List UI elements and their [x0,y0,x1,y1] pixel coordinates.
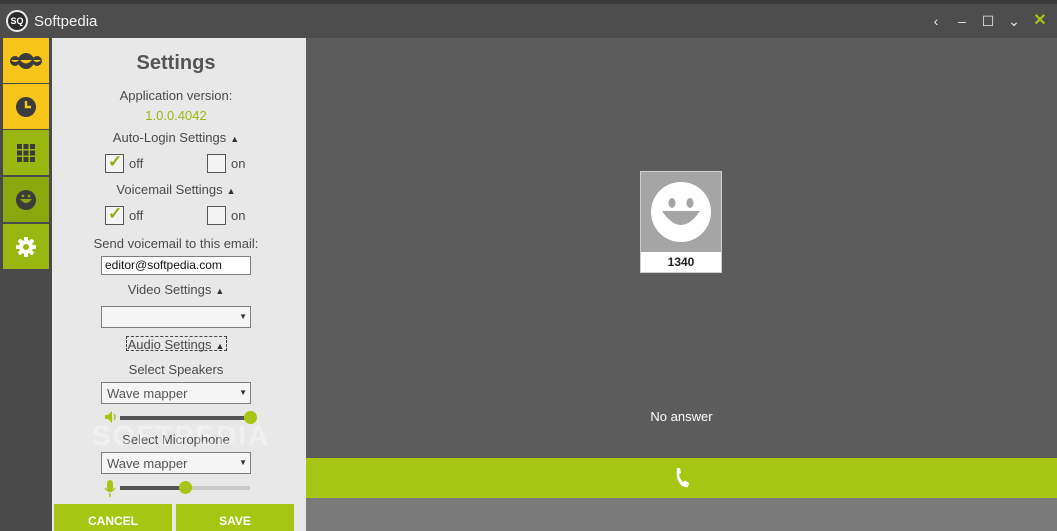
dropdown-arrow-icon: ▼ [239,458,247,467]
collapse-arrow-icon: ▲ [230,134,240,144]
voicemail-on-label: on [231,208,246,223]
settings-title: Settings [136,52,216,74]
close-button[interactable]: ✕ [1027,8,1053,34]
rail-dialpad-button[interactable] [3,130,49,175]
smiley-icon [16,189,36,210]
smiley-avatar-icon [651,182,711,242]
call-status: No answer [650,409,713,424]
watermark: SOFTPEDIA [92,420,271,451]
title-bar: SQ Softpedia ‹ – ☐ ⌄ ✕ [0,0,1057,38]
voicemail-on-checkbox[interactable] [207,206,226,225]
checkmark-icon: ✓ [108,152,123,171]
collapse-arrow-icon: ▲ [226,186,236,196]
rail-profile-button[interactable] [3,177,49,222]
speakers-select[interactable]: Wave mapper ▼ [101,382,251,404]
auto-login-off-option[interactable]: ✓ off [105,152,144,173]
app-version-value: 1.0.0.4042 [145,108,207,123]
save-button[interactable]: SAVE [176,504,294,531]
clock-icon [16,96,36,117]
rail-settings-button[interactable] [3,224,49,269]
speakers-label: Select Speakers [128,362,224,377]
voicemail-off-label: off [129,208,144,223]
voicemail-off-option[interactable]: ✓ off [105,204,144,225]
voicemail-on-option[interactable]: on [207,206,245,225]
dropdown-arrow-icon: ▼ [239,388,247,397]
microphone-icon [104,480,116,501]
back-button[interactable]: ‹ [923,8,949,34]
auto-login-on-label: on [231,156,246,171]
dropdown-arrow-icon: ▼ [239,312,247,321]
checkmark-icon: ✓ [108,204,123,223]
collapse-arrow-icon: ▲ [215,341,225,351]
audio-header[interactable]: Audio Settings ▲ [52,337,300,352]
window-controls: ‹ – ☐ ⌄ ✕ [923,4,1057,38]
nav-rail [0,38,52,531]
auto-login-label: Auto-Login Settings [112,130,227,145]
cancel-button[interactable]: CANCEL [54,504,172,531]
contact-avatar [641,172,721,252]
microphone-volume-fill [120,486,185,490]
settings-panel: Settings Application version: 1.0.0.4042… [52,38,306,531]
microphone-value: Wave mapper [107,456,188,471]
call-button[interactable] [306,458,1057,498]
grid-icon [17,143,35,162]
voicemail-off-checkbox[interactable]: ✓ [105,204,124,225]
microphone-volume-slider[interactable] [120,481,250,494]
call-area: 1340 No answer [306,38,1057,531]
audio-label: Audio Settings [127,337,212,352]
collapse-arrow-icon: ▲ [215,286,225,296]
voicemail-label: Voicemail Settings [116,182,223,197]
contact-card[interactable]: 1340 [640,171,722,273]
video-label: Video Settings [127,282,212,297]
microphone-select[interactable]: Wave mapper ▼ [101,452,251,474]
minimize-button[interactable]: – [949,8,975,34]
voicemail-email-input[interactable]: editor@softpedia.com [101,256,251,275]
auto-login-header[interactable]: Auto-Login Settings ▲ [52,130,300,145]
phone-icon [676,468,689,488]
window-title: Softpedia [34,13,98,30]
auto-login-on-checkbox[interactable] [207,154,226,173]
dropdown-button[interactable]: ⌄ [1001,8,1027,34]
microphone-volume-thumb[interactable] [178,481,192,494]
voicemail-email-label: Send voicemail to this email: [93,236,259,251]
rail-contacts-button[interactable] [3,38,49,83]
auto-login-off-checkbox[interactable]: ✓ [105,152,124,173]
smileys-icon [10,52,42,69]
contact-number: 1340 [641,252,721,272]
speakers-value: Wave mapper [107,386,188,401]
bottom-bar [306,498,1057,531]
auto-login-on-option[interactable]: on [207,154,245,173]
voicemail-header[interactable]: Voicemail Settings ▲ [52,182,300,197]
app-version-label: Application version: [119,88,233,103]
video-header[interactable]: Video Settings ▲ [52,282,300,297]
auto-login-off-label: off [129,156,144,171]
app-logo-icon: SQ [6,10,28,32]
maximize-button[interactable]: ☐ [975,8,1001,34]
gear-icon [16,236,36,257]
video-device-select[interactable]: ▼ [101,306,251,328]
rail-history-button[interactable] [3,84,49,129]
